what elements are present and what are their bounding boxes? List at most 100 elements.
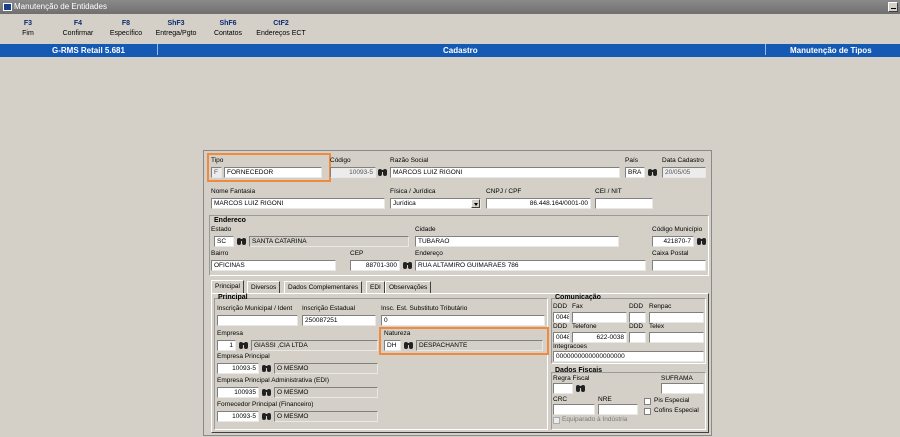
ddd-label: DDD	[553, 303, 568, 310]
data-cadastro-field[interactable]: 20/05/05	[662, 167, 706, 178]
razao-label: Razão Social	[390, 157, 429, 164]
fornpri-name-field: O MESMO	[274, 411, 378, 422]
fkey-enderecos-button[interactable]: CtF2 Endereços ECT	[252, 19, 310, 39]
cep-field[interactable]: 88701-300	[350, 260, 400, 271]
section-title: Cadastro	[443, 46, 478, 55]
estado-code-field[interactable]: SC	[214, 236, 234, 247]
fkey-label: Fim	[22, 30, 34, 37]
tab-dados-complementares[interactable]: Dados Complementares	[284, 281, 363, 293]
telex-ddd-field[interactable]	[629, 332, 646, 343]
empadm-code-field[interactable]: 100935	[217, 387, 259, 398]
chevron-down-icon[interactable]	[471, 199, 480, 208]
fantasia-label: Nome Fantasia	[211, 188, 256, 195]
tab-diversos[interactable]: Diversos	[247, 281, 281, 293]
emppri-code-field[interactable]: 10093-5	[217, 363, 259, 374]
regra-search-icon[interactable]	[575, 383, 586, 394]
tab-principal[interactable]: Principal	[211, 280, 244, 293]
emppri-label: Empresa Principal	[217, 353, 270, 360]
fax-field[interactable]	[572, 312, 627, 323]
codigo-label: Código	[330, 157, 351, 164]
integracoes-label: Integracoes	[553, 343, 587, 350]
ddd-label: DDD	[553, 323, 568, 330]
app-icon	[3, 3, 12, 11]
fkey-code: CtF2	[273, 20, 289, 27]
fkey-entrega-button[interactable]: ShF3 Entrega/Pgto	[152, 19, 200, 39]
window-titlebar: Manutenção de Entidades	[0, 0, 900, 14]
renpac-ddd-field[interactable]	[629, 312, 646, 323]
bairro-field[interactable]: OFICINAS	[211, 260, 336, 271]
renpac-label: Renpac	[649, 303, 672, 310]
fkey-fim-button[interactable]: F3 Fim	[10, 19, 46, 39]
estado-label: Estado	[211, 226, 232, 233]
nre-field[interactable]	[598, 404, 638, 415]
fkey-code: ShF3	[167, 20, 185, 27]
estado-search-icon[interactable]	[236, 236, 247, 247]
emppri-search-icon[interactable]	[261, 363, 272, 374]
telex-field[interactable]	[649, 332, 704, 343]
telefone-field[interactable]: 622-0038	[572, 332, 627, 343]
header-bar: G-RMS Retail 5.681 Cadastro Manutenção d…	[0, 44, 900, 57]
inscmun-label: Inscrição Municipal / Ident	[217, 305, 293, 312]
codmun-label: Código Município	[652, 226, 703, 233]
codigo-field[interactable]: 10093-5	[330, 167, 376, 178]
empadm-search-icon[interactable]	[261, 387, 272, 398]
inscsub-field[interactable]: 0	[381, 315, 545, 326]
empadm-name-field: O MESMO	[274, 387, 378, 398]
fkey-label: Entrega/Pgto	[155, 30, 197, 37]
cei-field[interactable]	[595, 198, 653, 209]
caixa-postal-field[interactable]	[652, 260, 706, 271]
tab-edi[interactable]: EDI	[366, 281, 385, 293]
inscest-label: Inscrição Estadual	[302, 305, 356, 312]
endereco-field[interactable]: RUA ALTAMIRO GUIMARAES 786	[415, 260, 646, 271]
minimize-button[interactable]	[888, 2, 898, 12]
module-title: Manutenção de Tipos	[790, 46, 872, 55]
telefone-ddd-field[interactable]: 0048	[553, 332, 570, 343]
fiscais-title: Dados Fiscais	[555, 367, 603, 374]
fornpri-code-field[interactable]: 10093-5	[217, 411, 259, 422]
cidade-field[interactable]: TUBARAO	[415, 236, 619, 247]
regra-field[interactable]	[553, 383, 573, 394]
pais-label: País	[625, 157, 639, 164]
fkey-confirmar-button[interactable]: F4 Confirmar	[58, 19, 98, 39]
empresa-search-icon[interactable]	[238, 340, 249, 351]
empresa-code-field[interactable]: 1	[217, 340, 236, 351]
razao-field[interactable]: MARCOS LUIZ RIGONI	[390, 167, 620, 178]
fkey-contatos-button[interactable]: ShF6 Contatos	[208, 19, 248, 39]
cnpj-field[interactable]: 86.448.164/0001-00	[486, 198, 591, 209]
cep-search-icon[interactable]	[402, 260, 413, 271]
endereco-title: Endereco	[214, 217, 246, 224]
suframa-field[interactable]	[661, 383, 704, 394]
estado-name-field: SANTA CATARINA	[249, 236, 409, 247]
equiparado-checkbox[interactable]	[553, 417, 560, 424]
pis-especial-checkbox[interactable]	[644, 398, 651, 405]
fisjur-select[interactable]: Jurídica	[390, 198, 481, 209]
inscest-field[interactable]: 250087251	[302, 315, 376, 326]
fkey-label: Endereços ECT	[256, 30, 306, 37]
endereco-label: Endereço	[415, 250, 443, 257]
fkey-label: Específico	[109, 30, 143, 37]
tab-observacoes[interactable]: Observações	[385, 281, 432, 293]
ddd-label: DDD	[629, 303, 644, 310]
codigo-search-icon[interactable]	[377, 167, 388, 178]
crc-field[interactable]	[553, 404, 595, 415]
codmun-field[interactable]: 421870-7	[652, 236, 694, 247]
fornpri-search-icon[interactable]	[261, 411, 272, 422]
codmun-search-icon[interactable]	[696, 236, 707, 247]
pis-especial-label: Pis Especial	[654, 397, 690, 404]
cofins-especial-checkbox[interactable]	[644, 408, 651, 415]
fantasia-field[interactable]: MARCOS LUIZ RIGONI	[211, 198, 385, 209]
fornpri-label: Fornecedor Principal (Financeiro)	[217, 401, 314, 408]
principal-title: Principal	[218, 294, 248, 301]
empresa-label: Empresa	[217, 330, 244, 337]
integracoes-field[interactable]: 0000000000000000000	[553, 351, 704, 362]
renpac-field[interactable]	[649, 312, 704, 323]
fax-ddd-field[interactable]: 0048	[553, 312, 570, 323]
comunicacao-title: Comunicação	[555, 294, 601, 301]
pais-field[interactable]: BRA	[625, 167, 645, 178]
fkey-especifico-button[interactable]: F8 Específico	[106, 19, 146, 39]
inscmun-field[interactable]	[217, 315, 298, 326]
cofins-especial-label: Cofins Especial	[654, 407, 699, 414]
ddd-label: DDD	[629, 323, 644, 330]
pais-search-icon[interactable]	[647, 167, 658, 178]
inscsub-label: Insc. Est. Substituto Tributário	[381, 305, 468, 312]
